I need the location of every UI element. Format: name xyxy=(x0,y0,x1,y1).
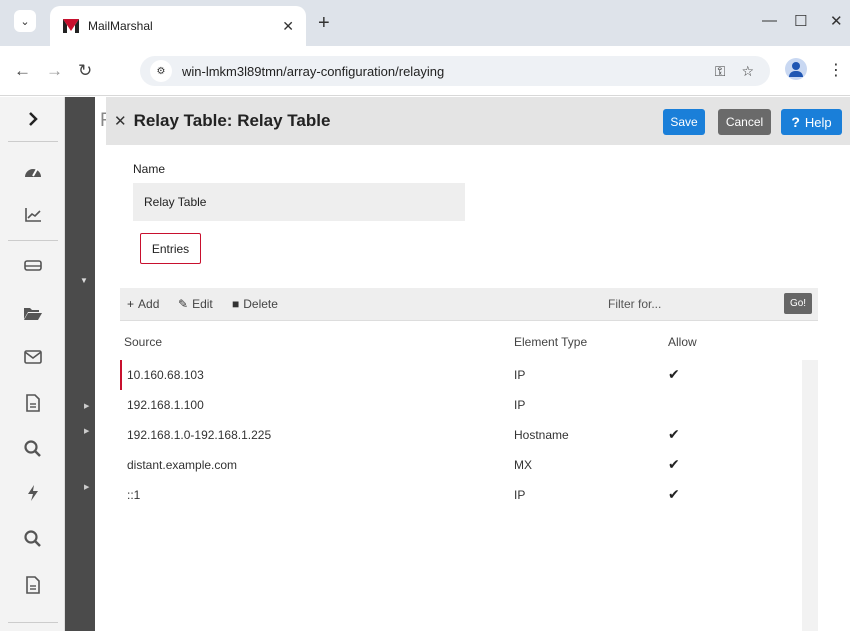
delete-label: Delete xyxy=(243,297,278,311)
table-header: Source Element Type Allow xyxy=(120,322,818,360)
table-row[interactable]: 10.160.68.103 IP ✔ xyxy=(120,360,802,390)
url-text[interactable]: win-lmkm3l89tmn/array-configuration/rela… xyxy=(182,64,715,79)
cell-source: 192.168.1.0-192.168.1.225 xyxy=(127,428,272,442)
browser-toolbar: ← → ↻ ⚙ win-lmkm3l89tmn/array-configurat… xyxy=(0,46,850,96)
entries-toolbar: +Add ✎Edit ■Delete Go! xyxy=(120,288,818,321)
folder-open-icon[interactable] xyxy=(0,291,65,335)
caret-right-icon[interactable]: ▶ xyxy=(84,402,89,410)
plus-icon: + xyxy=(127,297,135,311)
address-bar[interactable]: ⚙ win-lmkm3l89tmn/array-configuration/re… xyxy=(140,56,770,86)
column-header-source[interactable]: Source xyxy=(124,335,162,349)
column-header-allow[interactable]: Allow xyxy=(668,335,697,349)
left-nav-rail xyxy=(0,97,65,631)
delete-button[interactable]: ■ Delete xyxy=(232,297,278,311)
lightning-icon[interactable] xyxy=(0,471,65,515)
browser-menu-icon[interactable]: ⋮ xyxy=(828,60,844,80)
cell-source: 192.168.1.100 xyxy=(127,398,204,412)
document-icon[interactable] xyxy=(0,563,65,607)
cell-source: distant.example.com xyxy=(127,458,238,472)
dashboard-gauge-icon[interactable] xyxy=(0,149,65,193)
tab-close-icon[interactable]: ✕ xyxy=(282,18,294,35)
table-row[interactable]: 192.168.1.100 IP xyxy=(120,390,802,420)
hard-drive-icon[interactable] xyxy=(0,243,65,287)
cell-element-type: IP xyxy=(514,398,526,412)
name-field[interactable]: Relay Table xyxy=(133,183,465,221)
search-icon[interactable] xyxy=(0,427,65,471)
caret-right-icon[interactable]: ▶ xyxy=(84,483,89,491)
cancel-button[interactable]: Cancel xyxy=(718,109,771,135)
help-label: Help xyxy=(804,114,832,130)
browser-tab[interactable]: MailMarshal ✕ xyxy=(50,6,306,46)
relay-table-panel: ✕ Relay Table: Relay Table Save Cancel ?… xyxy=(106,97,850,631)
add-button[interactable]: + Add xyxy=(127,297,159,311)
tab-search-chevron-icon[interactable]: ⌄ xyxy=(14,10,36,32)
name-label: Name xyxy=(133,162,166,176)
table-body: 10.160.68.103 IP ✔ 192.168.1.100 IP 192.168.1… xyxy=(120,360,802,631)
table-row[interactable]: ::1 IP ✔ xyxy=(120,480,802,510)
back-arrow-icon[interactable]: ← xyxy=(14,61,31,81)
column-header-element-type[interactable]: Element Type xyxy=(514,335,587,349)
chart-line-icon[interactable] xyxy=(0,193,65,237)
save-button[interactable]: Save xyxy=(663,109,705,135)
cell-element-type: Hostname xyxy=(514,428,569,442)
chevron-right-icon[interactable] xyxy=(0,97,65,141)
trash-icon: ■ xyxy=(232,297,240,311)
cell-source: ::1 xyxy=(127,488,141,502)
table-row[interactable]: 192.168.1.0-192.168.1.225 Hostname ✔ xyxy=(120,420,802,450)
edit-button[interactable]: ✎ Edit xyxy=(178,297,213,311)
close-window-icon[interactable]: ✕ xyxy=(830,12,843,30)
allow-check-icon: ✔ xyxy=(668,456,680,472)
password-key-icon[interactable]: ⚿ xyxy=(715,63,726,80)
search-icon[interactable] xyxy=(0,517,65,561)
question-mark-icon: ? xyxy=(791,114,800,130)
caret-right-icon[interactable]: ▶ xyxy=(84,427,89,435)
maximize-icon[interactable]: ☐ xyxy=(794,12,807,30)
mailmarshal-logo-icon xyxy=(62,17,80,35)
cell-element-type: IP xyxy=(514,488,526,502)
document-icon[interactable] xyxy=(0,381,65,425)
go-button[interactable]: Go! xyxy=(784,293,812,314)
site-settings-icon[interactable]: ⚙ xyxy=(150,60,172,82)
reload-icon[interactable]: ↻ xyxy=(78,61,92,81)
cell-element-type: MX xyxy=(514,458,532,472)
new-tab-icon[interactable]: + xyxy=(318,12,330,35)
help-button[interactable]: ? Help xyxy=(781,109,842,135)
page-title: Relay Table: Relay Table xyxy=(133,111,331,130)
cell-element-type: IP xyxy=(514,368,526,382)
tab-entries[interactable]: Entries xyxy=(140,233,201,264)
minimize-icon[interactable]: — xyxy=(762,12,777,29)
table-row[interactable]: distant.example.com MX ✔ xyxy=(120,450,802,480)
cell-source: 10.160.68.103 xyxy=(127,368,204,382)
add-label: Add xyxy=(138,297,160,311)
envelope-icon[interactable] xyxy=(0,335,65,379)
filter-input[interactable] xyxy=(588,294,788,314)
allow-check-icon: ✔ xyxy=(668,426,680,442)
allow-check-icon: ✔ xyxy=(668,366,680,382)
profile-avatar-icon[interactable] xyxy=(785,58,807,80)
edit-label: Edit xyxy=(192,297,213,311)
caret-down-icon[interactable]: ▼ xyxy=(80,276,88,285)
forward-arrow-icon[interactable]: → xyxy=(46,61,63,81)
pencil-icon: ✎ xyxy=(178,297,189,311)
relay-entries-table: Source Element Type Allow 10.160.68.103 I… xyxy=(120,322,818,631)
allow-check-icon: ✔ xyxy=(668,486,680,502)
close-panel-icon[interactable]: ✕ xyxy=(114,112,127,130)
background-tree-panel xyxy=(65,97,95,631)
tab-title: MailMarshal xyxy=(88,19,153,33)
browser-tab-bar: ⌄ MailMarshal ✕ + — ☐ ✕ xyxy=(0,0,850,46)
bookmark-star-icon[interactable]: ☆ xyxy=(741,63,754,80)
